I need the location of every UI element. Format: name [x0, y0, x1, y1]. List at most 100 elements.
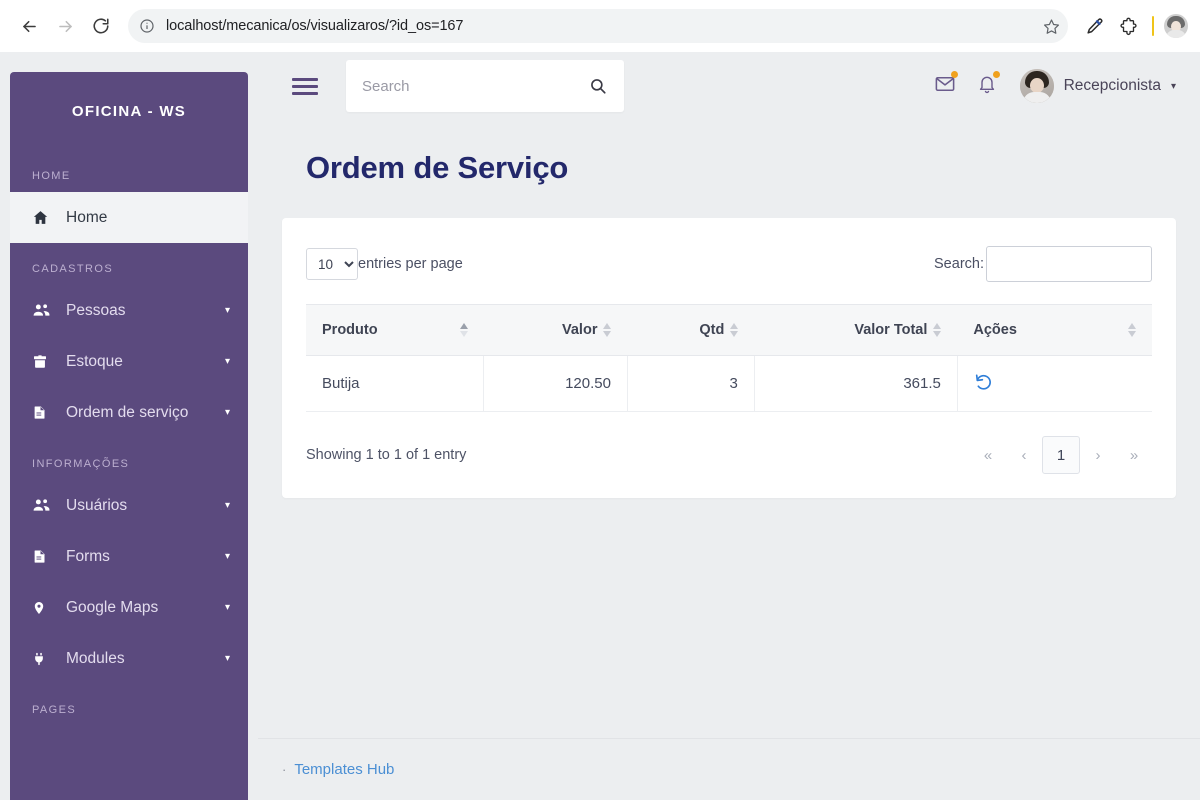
toolbar-divider: [1152, 16, 1154, 36]
pen-icon[interactable]: [1080, 12, 1108, 40]
sidebar-item-home[interactable]: Home: [10, 192, 248, 243]
sidebar-item-label: Usuários: [58, 497, 225, 515]
avatar: [1020, 69, 1054, 103]
file-document-icon: [32, 548, 58, 565]
extensions-puzzle-icon[interactable]: [1114, 12, 1142, 40]
column-header-acoes[interactable]: Ações: [957, 305, 1152, 356]
column-header-valor[interactable]: Valor: [484, 305, 628, 356]
reload-icon: [92, 17, 110, 35]
address-bar[interactable]: localhost/mecanica/os/visualizaros/?id_o…: [128, 9, 1068, 43]
table-header-row: Produto Valor Qtd: [306, 305, 1152, 356]
forward-arrow-icon: [56, 17, 75, 36]
table-row: Butija 120.50 3 361.5: [306, 356, 1152, 412]
entries-per-page-select[interactable]: 10: [306, 248, 358, 280]
plug-icon: [32, 650, 58, 668]
sort-arrows-icon: [1128, 323, 1136, 337]
cell-valor-total: 361.5: [754, 356, 957, 412]
column-header-produto[interactable]: Produto: [306, 305, 484, 356]
messages-button[interactable]: [928, 69, 962, 103]
sidebar-section-pages: PAGES: [10, 684, 248, 726]
column-label: Ações: [973, 322, 1017, 338]
sidebar-item-pessoas[interactable]: Pessoas ▾: [10, 285, 248, 336]
url-text: localhost/mecanica/os/visualizaros/?id_o…: [162, 18, 1034, 34]
chevron-down-icon: ▾: [225, 602, 230, 613]
browser-profile-avatar[interactable]: [1164, 14, 1188, 38]
chevron-down-icon: ▾: [225, 653, 230, 664]
sort-arrows-icon: [730, 323, 738, 337]
pagination-next[interactable]: ›: [1080, 436, 1116, 474]
pagination-last[interactable]: »: [1116, 436, 1152, 474]
search-icon[interactable]: [586, 74, 610, 98]
site-info-icon[interactable]: [132, 11, 162, 41]
sidebar-item-ordem-de-servico[interactable]: Ordem de serviço ▾: [10, 387, 248, 438]
chevron-down-icon: ▾: [1171, 81, 1176, 92]
sidebar-item-label: Ordem de serviço: [58, 404, 225, 422]
table-body: Butija 120.50 3 361.5: [306, 356, 1152, 412]
main-content: Ordem de Serviço 10 entries per page Sea…: [258, 120, 1200, 800]
notifications-button[interactable]: [970, 69, 1004, 103]
table-search-label: Search:: [934, 256, 984, 272]
back-button[interactable]: [12, 9, 46, 43]
datatable-controls: 10 entries per page Search:: [306, 246, 1152, 304]
back-arrow-icon: [20, 17, 39, 36]
browser-toolbar: localhost/mecanica/os/visualizaros/?id_o…: [0, 0, 1200, 52]
sidebar-item-label: Modules: [58, 650, 225, 668]
topbar-search[interactable]: [346, 60, 624, 112]
sidebar-item-label: Google Maps: [58, 599, 225, 617]
entries-per-page-label: entries per page: [358, 256, 463, 272]
user-menu[interactable]: Recepcionista ▾: [1020, 69, 1176, 103]
cell-produto: Butija: [306, 356, 484, 412]
pagination-prev[interactable]: ‹: [1006, 436, 1042, 474]
cell-acoes: [957, 356, 1152, 412]
topbar: Recepcionista ▾: [258, 52, 1200, 120]
app-window: OFICINA - WS HOME Home CADASTROS Pessoas…: [0, 52, 1200, 800]
chevron-down-icon: ▾: [225, 356, 230, 367]
chevron-down-icon: ▾: [225, 407, 230, 418]
sort-arrows-icon: [460, 323, 468, 337]
column-label: Qtd: [699, 322, 724, 338]
user-name: Recepcionista: [1064, 77, 1161, 95]
reload-button[interactable]: [84, 9, 118, 43]
sidebar-item-label: Forms: [58, 548, 225, 566]
table-search-filter: Search:: [934, 246, 1152, 282]
notifications-badge: [993, 71, 1000, 78]
cell-qtd: 3: [627, 356, 754, 412]
sort-arrows-icon: [603, 323, 611, 337]
sidebar-item-google-maps[interactable]: Google Maps ▾: [10, 582, 248, 633]
table-search-input[interactable]: [986, 246, 1152, 282]
hamburger-menu-icon[interactable]: [292, 78, 318, 95]
home-icon: [32, 209, 58, 226]
sidebar-item-label: Pessoas: [58, 302, 225, 320]
pagination-page-1[interactable]: 1: [1042, 436, 1080, 474]
footer-bullet-icon: ·: [282, 762, 286, 777]
sidebar-section-home: HOME: [10, 150, 248, 192]
chevron-down-icon: ▾: [225, 551, 230, 562]
sidebar-item-estoque[interactable]: Estoque ▾: [10, 336, 248, 387]
page-footer: · Templates Hub: [258, 738, 1200, 800]
templates-hub-link[interactable]: Templates Hub: [294, 761, 394, 778]
forward-button[interactable]: [48, 9, 82, 43]
browser-actions: [1076, 12, 1188, 40]
column-header-qtd[interactable]: Qtd: [627, 305, 754, 356]
chevron-down-icon: ▾: [225, 305, 230, 316]
search-input[interactable]: [362, 78, 586, 95]
sidebar-item-label: Home: [58, 209, 230, 227]
box-icon: [32, 354, 58, 370]
sidebar-item-forms[interactable]: Forms ▾: [10, 531, 248, 582]
sidebar: OFICINA - WS HOME Home CADASTROS Pessoas…: [10, 72, 248, 800]
sidebar-item-modules[interactable]: Modules ▾: [10, 633, 248, 684]
entries-per-page-control: 10 entries per page: [306, 248, 463, 280]
products-table: Produto Valor Qtd: [306, 304, 1152, 412]
undo-arrow-icon[interactable]: [974, 372, 993, 391]
sidebar-item-label: Estoque: [58, 353, 225, 371]
showing-entries-info: Showing 1 to 1 of 1 entry: [306, 447, 466, 463]
column-label: Valor: [562, 322, 597, 338]
chevron-down-icon: ▾: [225, 500, 230, 511]
sidebar-item-usuarios[interactable]: Usuários ▾: [10, 480, 248, 531]
sidebar-section-informacoes: INFORMAÇÕES: [10, 438, 248, 480]
pagination-first[interactable]: «: [970, 436, 1006, 474]
bookmark-star-icon[interactable]: [1034, 9, 1068, 43]
table-header: Produto Valor Qtd: [306, 305, 1152, 356]
map-pin-icon: [32, 599, 58, 617]
column-header-valor-total[interactable]: Valor Total: [754, 305, 957, 356]
